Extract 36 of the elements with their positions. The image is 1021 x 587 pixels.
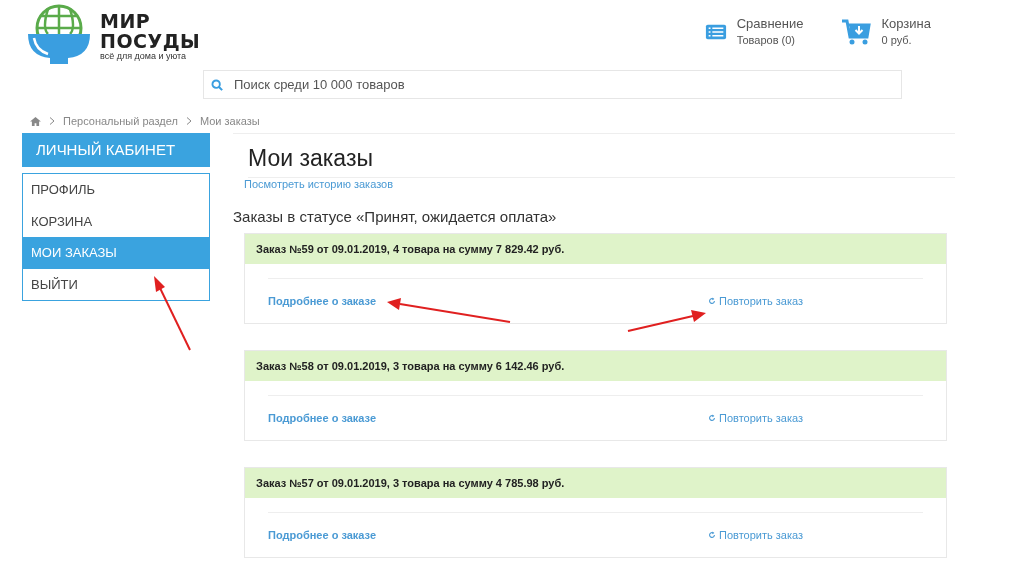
chevron-icon xyxy=(49,117,55,125)
header-link[interactable]: Корзина xyxy=(881,16,931,31)
breadcrumb-link[interactable]: Персональный раздел xyxy=(63,115,178,127)
order-details-link[interactable]: Подробнее о заказе xyxy=(268,529,377,541)
logo-text: МИР xyxy=(100,11,152,31)
repeat-order-link[interactable]: Повторить заказ xyxy=(708,529,803,541)
order-details-link[interactable]: Подробнее о заказе xyxy=(268,295,377,307)
repeat-order-link[interactable]: Повторить заказ xyxy=(708,295,803,307)
status-heading: Заказы в статусе «Принят, ожидается оплата» xyxy=(233,208,558,225)
search-field[interactable]: Поиск среди 10 000 товаров xyxy=(203,70,902,99)
logo-tagline: всё для дома и уюта xyxy=(100,51,188,61)
order-title: Заказ №58 от 09.01.2019, 3 товара на сумму 6 142.46 руб. xyxy=(245,351,946,381)
sidebar-title: ЛИЧНЫЙ КАБИНЕТ xyxy=(22,133,210,167)
list-icon[interactable] xyxy=(704,22,727,42)
refresh-icon xyxy=(708,297,716,305)
order-details-link[interactable]: Подробнее о заказе xyxy=(268,412,377,424)
header-subtitle: 0 руб. xyxy=(881,34,913,46)
order-title: Заказ №59 от 09.01.2019, 4 товара на сумму 7 829.42 руб. xyxy=(245,234,946,264)
refresh-icon xyxy=(708,531,716,539)
breadcrumb-link[interactable]: Мои заказы xyxy=(199,115,260,127)
page-title: Мои заказы xyxy=(248,145,955,178)
search-icon xyxy=(211,79,223,91)
sidebar-item[interactable]: ПРОФИЛЬ xyxy=(23,174,209,206)
sidebar-item[interactable]: ВЫЙТИ xyxy=(23,268,209,300)
chevron-icon xyxy=(185,117,192,125)
header-subtitle: Товаров (0) xyxy=(736,34,797,46)
sidebar-item[interactable]: МОИ ЗАКАЗЫ xyxy=(23,237,209,269)
order-title: Заказ №57 от 09.01.2019, 3 товара на сумму 4 785.98 руб. xyxy=(245,468,946,498)
logo-text: ПОСУДЫ xyxy=(100,31,201,51)
refresh-icon xyxy=(708,414,716,422)
repeat-order-link[interactable]: Повторить заказ xyxy=(708,412,803,424)
sidebar-item[interactable]: КОРЗИНА xyxy=(23,205,209,237)
cart-icon[interactable] xyxy=(841,18,872,46)
header-link[interactable]: Сравнение xyxy=(736,16,804,31)
home-icon[interactable] xyxy=(30,116,41,126)
history-link[interactable]: Посмотреть историю заказов xyxy=(244,178,955,190)
